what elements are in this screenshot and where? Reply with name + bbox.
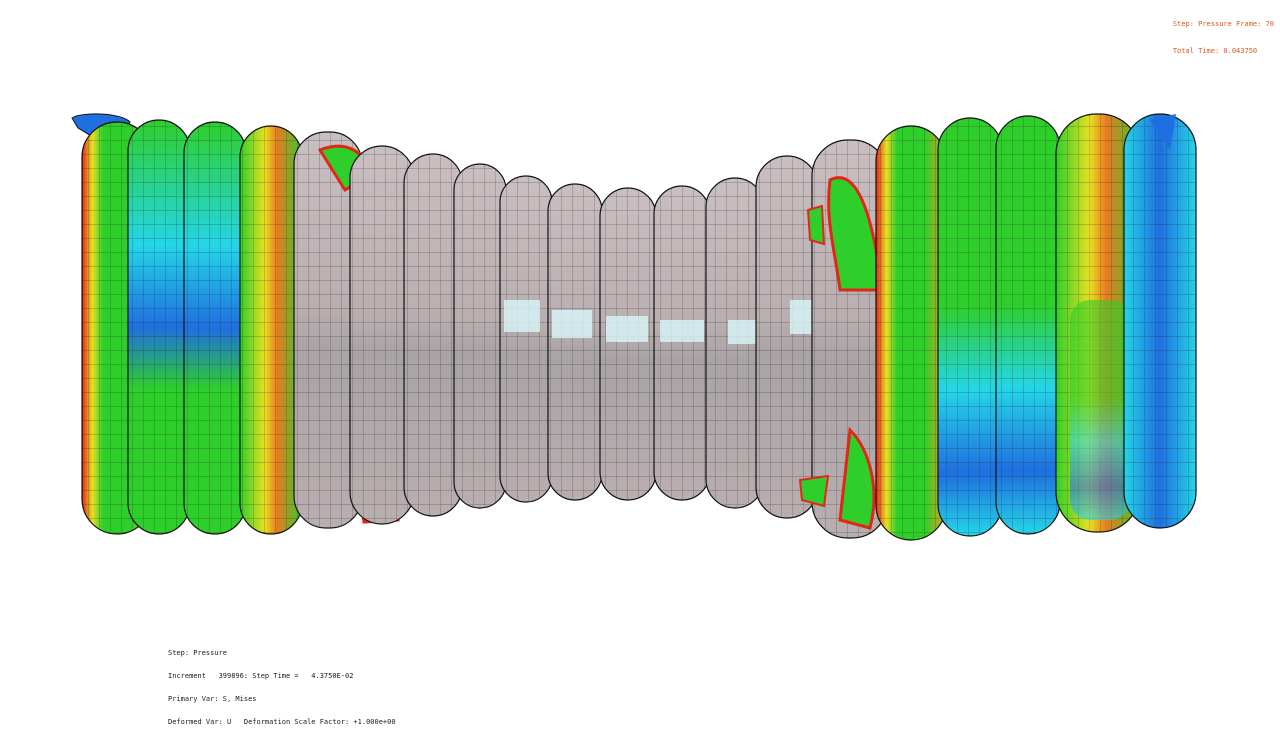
total-time-label: Total Time: 0.043750 xyxy=(1172,47,1258,55)
legend-increment: Increment 399896: Step Time = 4.3750E-02 xyxy=(168,671,354,680)
coil-ring-18 xyxy=(995,115,1061,535)
coil-ring-16 xyxy=(875,125,947,541)
legend-primary-var: Primary Var: S, Mises xyxy=(168,694,257,703)
coil-ring-10 xyxy=(547,183,603,501)
coil-ring-15 xyxy=(798,139,889,539)
frame-info-hud: Step: Pressure Frame: 70 Total Time: 0.0… xyxy=(1173,2,1274,74)
fea-viewport[interactable]: Step: Pressure Frame: 70 Total Time: 0.0… xyxy=(0,0,1280,725)
coil-rings-group xyxy=(81,113,1197,541)
coil-ring-17 xyxy=(937,117,1003,537)
coil-ring-3 xyxy=(183,121,247,535)
coil-ring-12 xyxy=(653,185,711,501)
coil-ring-2 xyxy=(127,119,191,535)
coil-ring-8 xyxy=(453,163,507,509)
step-frame-label: Step: Pressure Frame: 70 xyxy=(1172,20,1274,28)
coil-spring-model[interactable] xyxy=(0,0,1280,720)
coil-ring-4 xyxy=(239,125,303,535)
analysis-legend: Step: Pressure Increment 399896: Step Ti… xyxy=(168,635,396,741)
coil-ring-9 xyxy=(499,175,553,503)
coil-ring-11 xyxy=(599,187,657,501)
coil-ring-13 xyxy=(705,177,765,509)
coil-ring-20 xyxy=(1123,113,1197,529)
legend-step: Step: Pressure xyxy=(168,649,228,658)
